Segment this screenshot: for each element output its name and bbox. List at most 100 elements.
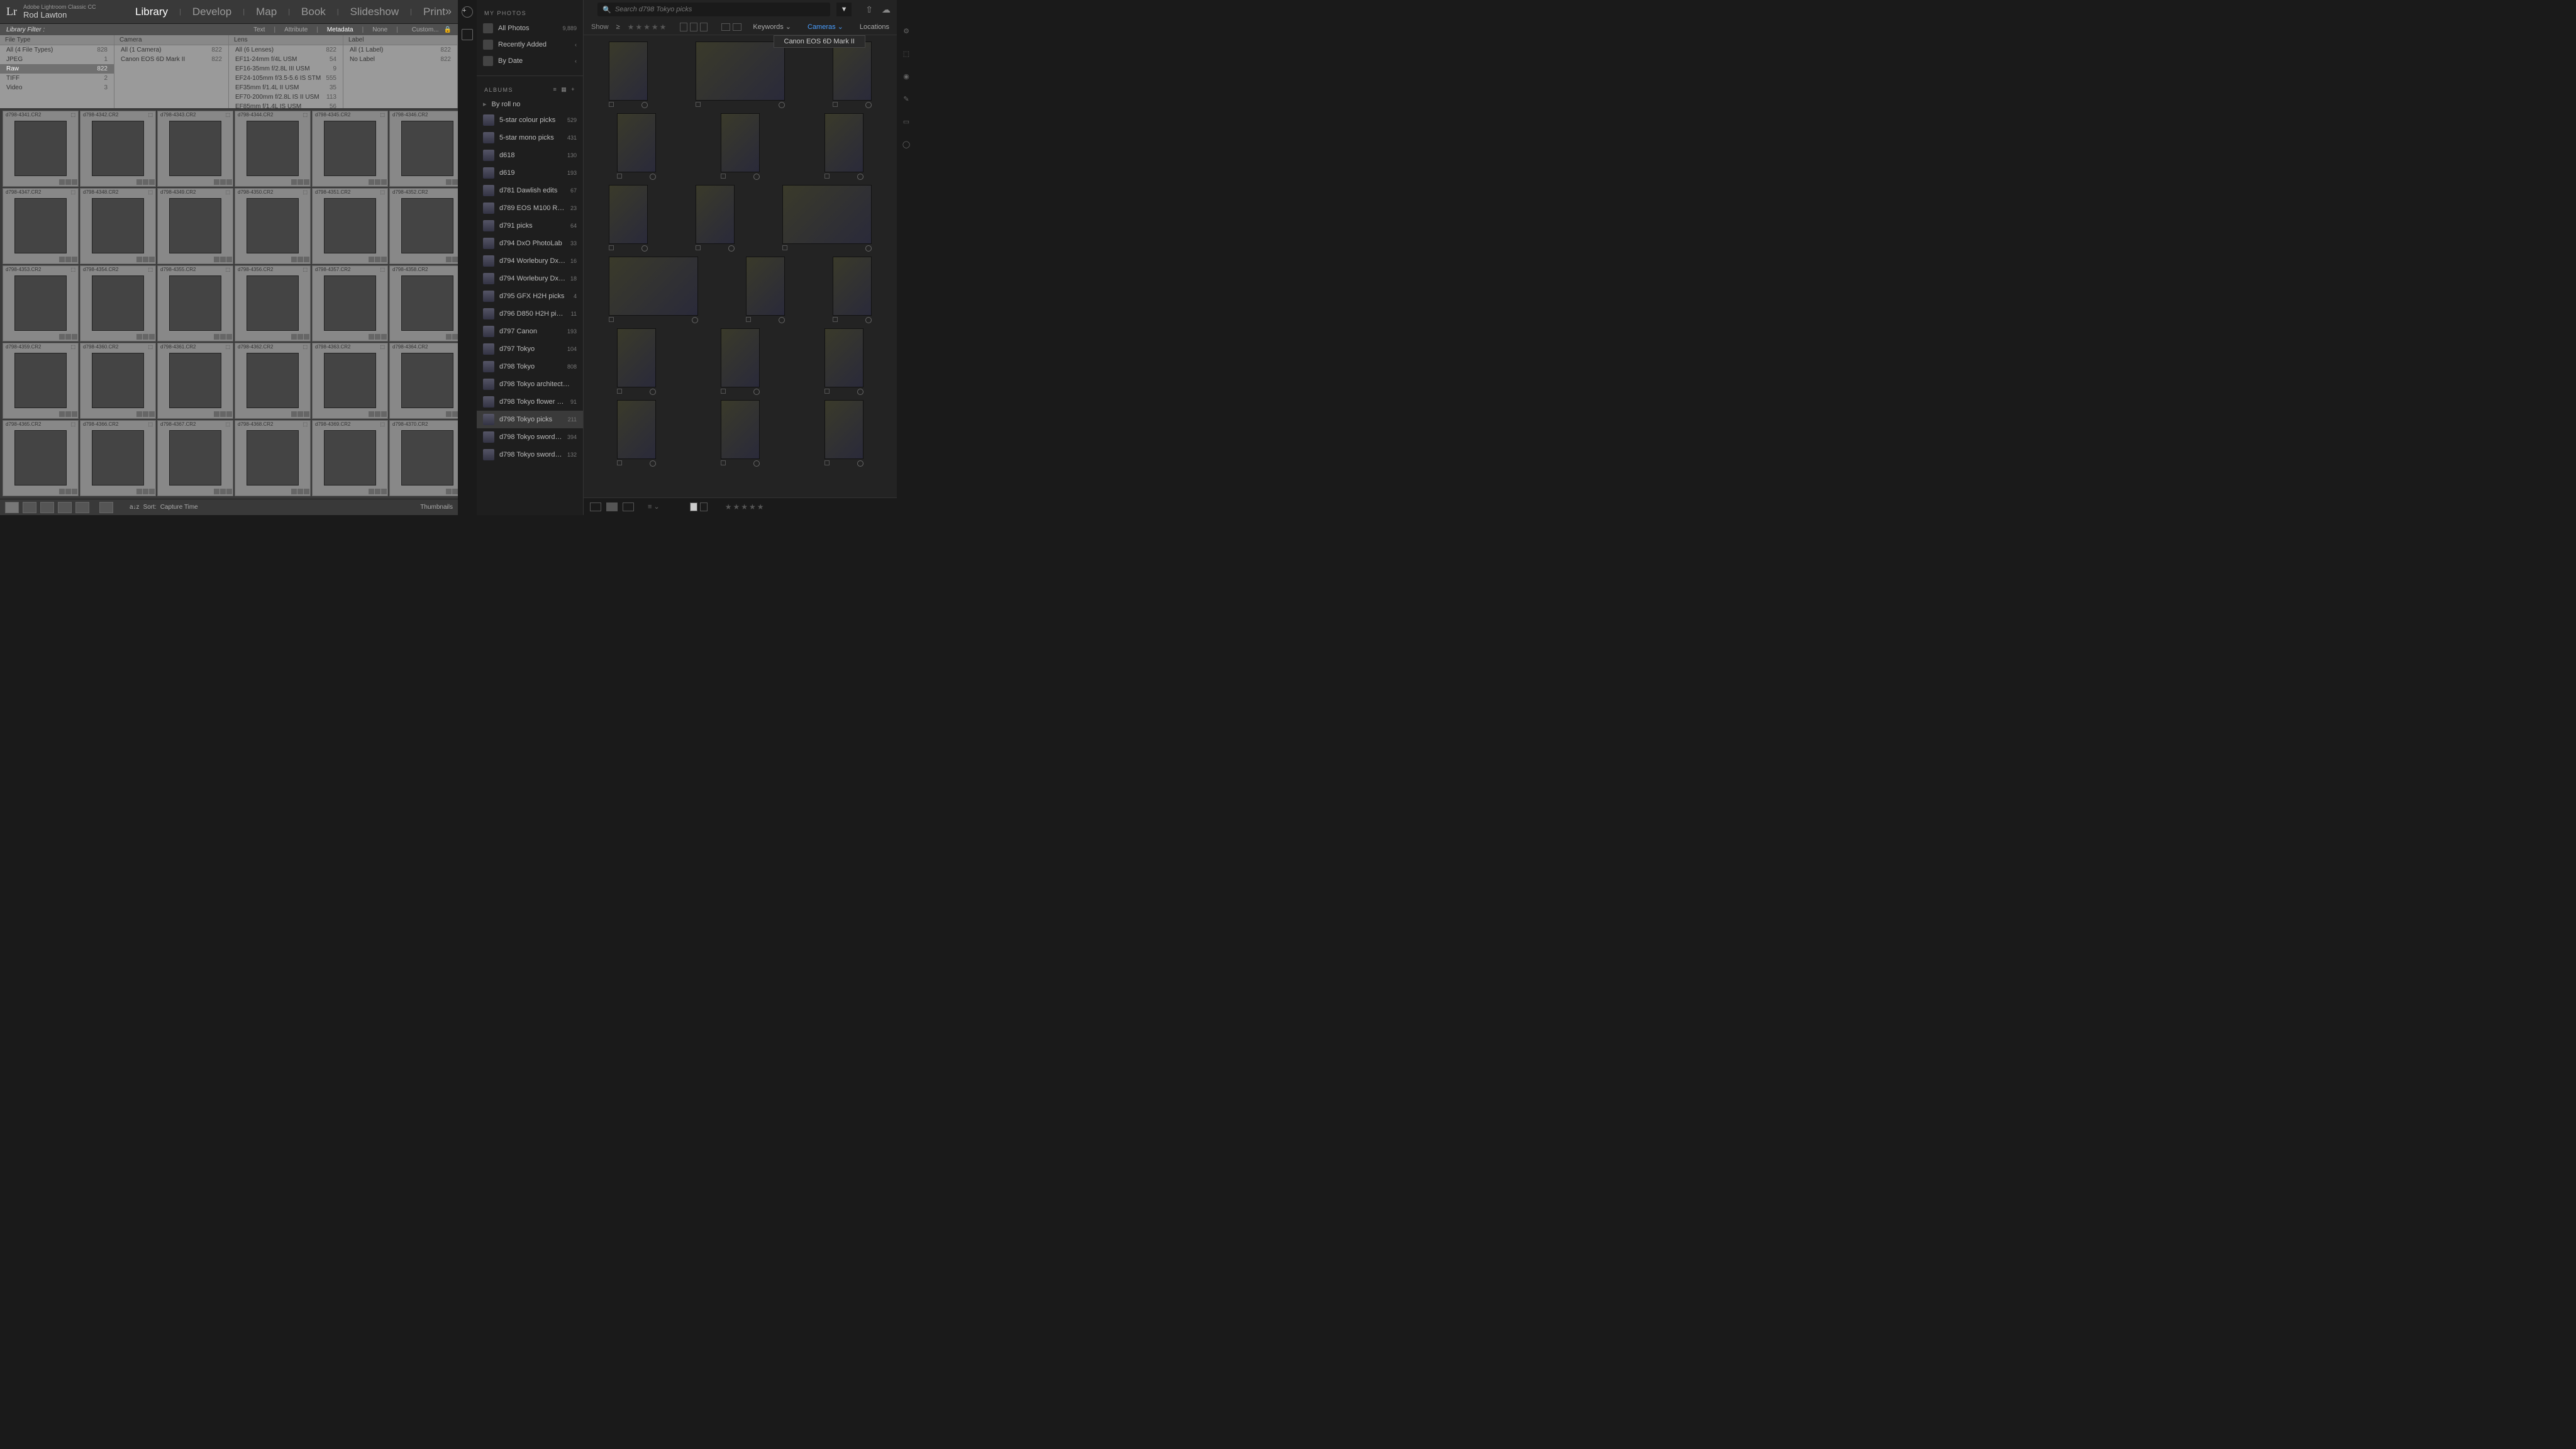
square-grid-button[interactable] (606, 502, 618, 511)
flag-icon[interactable] (696, 102, 701, 107)
meta-row[interactable]: EF24-105mm f/3.5-5.6 IS STM555 (229, 74, 343, 83)
thumbnail-cell[interactable]: d798-4350.CR2⬚ (235, 188, 311, 264)
square-view-icon[interactable] (733, 23, 741, 31)
album-item[interactable]: d789 EOS M100 RAW p... 23 (477, 199, 583, 217)
radial-gradient-icon[interactable]: ◯ (901, 138, 912, 150)
album-item[interactable]: d798 Tokyo sword figh... 394 (477, 428, 583, 446)
thumbnail-cell[interactable]: d798-4364.CR2⬚ (389, 343, 458, 419)
thumbnail-cell[interactable]: d798-4346.CR2⬚ (389, 111, 458, 187)
album-item[interactable]: d797 Canon 193 (477, 323, 583, 340)
album-item[interactable]: d798 Tokyo picks 211 (477, 411, 583, 428)
album-item[interactable]: d795 GFX H2H picks 4 (477, 287, 583, 305)
thumbnail-cell[interactable]: d798-4367.CR2⬚ (157, 420, 233, 496)
thumbnail-cell[interactable]: d798-4343.CR2⬚ (157, 111, 233, 187)
photo-thumbnail[interactable] (833, 42, 872, 109)
search-box[interactable]: 🔍 (597, 3, 830, 16)
sort-direction-icon[interactable]: a↓z (130, 504, 140, 511)
album-item[interactable]: d798 Tokyo architecture (477, 375, 583, 393)
flag-icon[interactable] (721, 389, 726, 394)
module-book[interactable]: Book (301, 6, 326, 18)
thumbnail-cell[interactable]: d798-4360.CR2⬚ (80, 343, 156, 419)
flag-icon[interactable] (609, 102, 614, 107)
painter-tool-button[interactable] (99, 502, 113, 513)
flag-icon[interactable] (617, 389, 622, 394)
detail-button[interactable] (623, 502, 634, 511)
thumbnail-cell[interactable]: d798-4366.CR2⬚ (80, 420, 156, 496)
flag-reject-icon[interactable] (700, 502, 708, 511)
grid-view-icon[interactable]: ▦ (561, 86, 567, 93)
flag-icon[interactable] (824, 389, 830, 394)
module-print[interactable]: Print (423, 6, 445, 18)
cameras-dropdown[interactable]: Cameras ⌄ (808, 23, 843, 31)
flag-unflagged-icon[interactable] (690, 23, 697, 31)
sort-icon[interactable]: ≡ ⌄ (648, 502, 660, 511)
cc-photo-grid[interactable] (584, 35, 897, 497)
album-item[interactable]: d794 DxO PhotoLab 33 (477, 235, 583, 252)
module-library[interactable]: Library (135, 6, 168, 18)
album-item[interactable]: d798 Tokyo flower artist 91 (477, 393, 583, 411)
all-photos-item[interactable]: All Photos 9,889 (477, 20, 583, 36)
filter-funnel-button[interactable]: ▼ (836, 3, 852, 16)
album-item[interactable]: d619 193 (477, 164, 583, 182)
filter-tab-text[interactable]: Text (253, 26, 265, 33)
filter-tab-metadata[interactable]: Metadata (327, 26, 353, 33)
thumbnail-cell[interactable]: d798-4344.CR2⬚ (235, 111, 311, 187)
rating-stars[interactable]: ★★★★★ (725, 502, 764, 511)
compare-view-button[interactable] (40, 502, 54, 513)
meta-row[interactable]: EF16-35mm f/2.8L III USM9 (229, 64, 343, 74)
flag-pick-icon[interactable] (680, 23, 687, 31)
add-photos-icon[interactable]: + (462, 6, 473, 18)
photo-thumbnail[interactable] (609, 185, 648, 253)
flag-icon[interactable] (833, 317, 838, 322)
flag-icon[interactable] (609, 245, 614, 250)
flag-pick-icon[interactable] (690, 502, 697, 511)
thumbnail-cell[interactable]: d798-4359.CR2⬚ (3, 343, 79, 419)
album-item[interactable]: 5-star mono picks 431 (477, 129, 583, 147)
linear-gradient-icon[interactable]: ▭ (901, 116, 912, 127)
flag-icon[interactable] (696, 245, 701, 250)
meta-row[interactable]: JPEG1 (0, 55, 114, 64)
keywords-dropdown[interactable]: Keywords ⌄ (753, 23, 791, 31)
photo-thumbnail[interactable] (833, 257, 872, 325)
flag-reject-icon[interactable] (700, 23, 708, 31)
cloud-icon[interactable]: ☁ (882, 4, 891, 15)
thumbnail-cell[interactable]: d798-4349.CR2⬚ (157, 188, 233, 264)
sort-control[interactable]: a↓z Sort: Capture Time (130, 504, 198, 511)
meta-row[interactable]: All (1 Label)822 (343, 45, 457, 55)
album-item[interactable]: d798 Tokyo sword maker 132 (477, 446, 583, 464)
thumbnail-cell[interactable]: d798-4348.CR2⬚ (80, 188, 156, 264)
photo-thumbnail[interactable] (696, 42, 785, 109)
thumbnail-cell[interactable]: d798-4358.CR2⬚ (389, 265, 458, 341)
flag-icon[interactable] (609, 317, 614, 322)
album-item[interactable]: d791 picks 64 (477, 217, 583, 235)
photo-thumbnail[interactable] (721, 113, 760, 181)
photo-thumbnail[interactable] (721, 328, 760, 396)
thumbnail-cell[interactable]: d798-4347.CR2⬚ (3, 188, 79, 264)
module-slideshow[interactable]: Slideshow (350, 6, 399, 18)
meta-row[interactable]: Canon EOS 6D Mark II822 (114, 55, 228, 64)
thumbnail-cell[interactable]: d798-4345.CR2⬚ (312, 111, 388, 187)
heal-icon[interactable]: ◉ (901, 70, 912, 82)
thumbnail-cell[interactable]: d798-4353.CR2⬚ (3, 265, 79, 341)
meta-header[interactable]: Camera (114, 35, 228, 45)
thumbnail-grid[interactable]: d798-4341.CR2⬚ d798-4342.CR2⬚ d798-4343.… (0, 108, 458, 499)
thumbnail-cell[interactable]: d798-4355.CR2⬚ (157, 265, 233, 341)
album-item[interactable]: d794 Worlebury DxO c... 16 (477, 252, 583, 270)
photo-thumbnail[interactable] (696, 185, 735, 253)
thumbnail-cell[interactable]: d798-4365.CR2⬚ (3, 420, 79, 496)
flag-icon[interactable] (746, 317, 751, 322)
loupe-view-button[interactable] (23, 502, 36, 513)
album-item[interactable]: d796 D850 H2H picks 11 (477, 305, 583, 323)
adjust-icon[interactable]: ⚙ (901, 25, 912, 36)
thumbnail-cell[interactable]: d798-4351.CR2⬚ (312, 188, 388, 264)
photo-thumbnail[interactable] (824, 113, 863, 181)
filter-tab-attribute[interactable]: Attribute (284, 26, 308, 33)
lock-icon[interactable]: 🔒 (444, 26, 452, 33)
thumbnail-cell[interactable]: d798-4356.CR2⬚ (235, 265, 311, 341)
flag-icon[interactable] (782, 245, 787, 250)
album-item[interactable]: d781 Dawlish edits 67 (477, 182, 583, 199)
flag-icon[interactable] (617, 174, 622, 179)
photo-thumbnail[interactable] (617, 400, 656, 468)
photo-thumbnail[interactable] (609, 42, 648, 109)
photo-thumbnail[interactable] (824, 400, 863, 468)
